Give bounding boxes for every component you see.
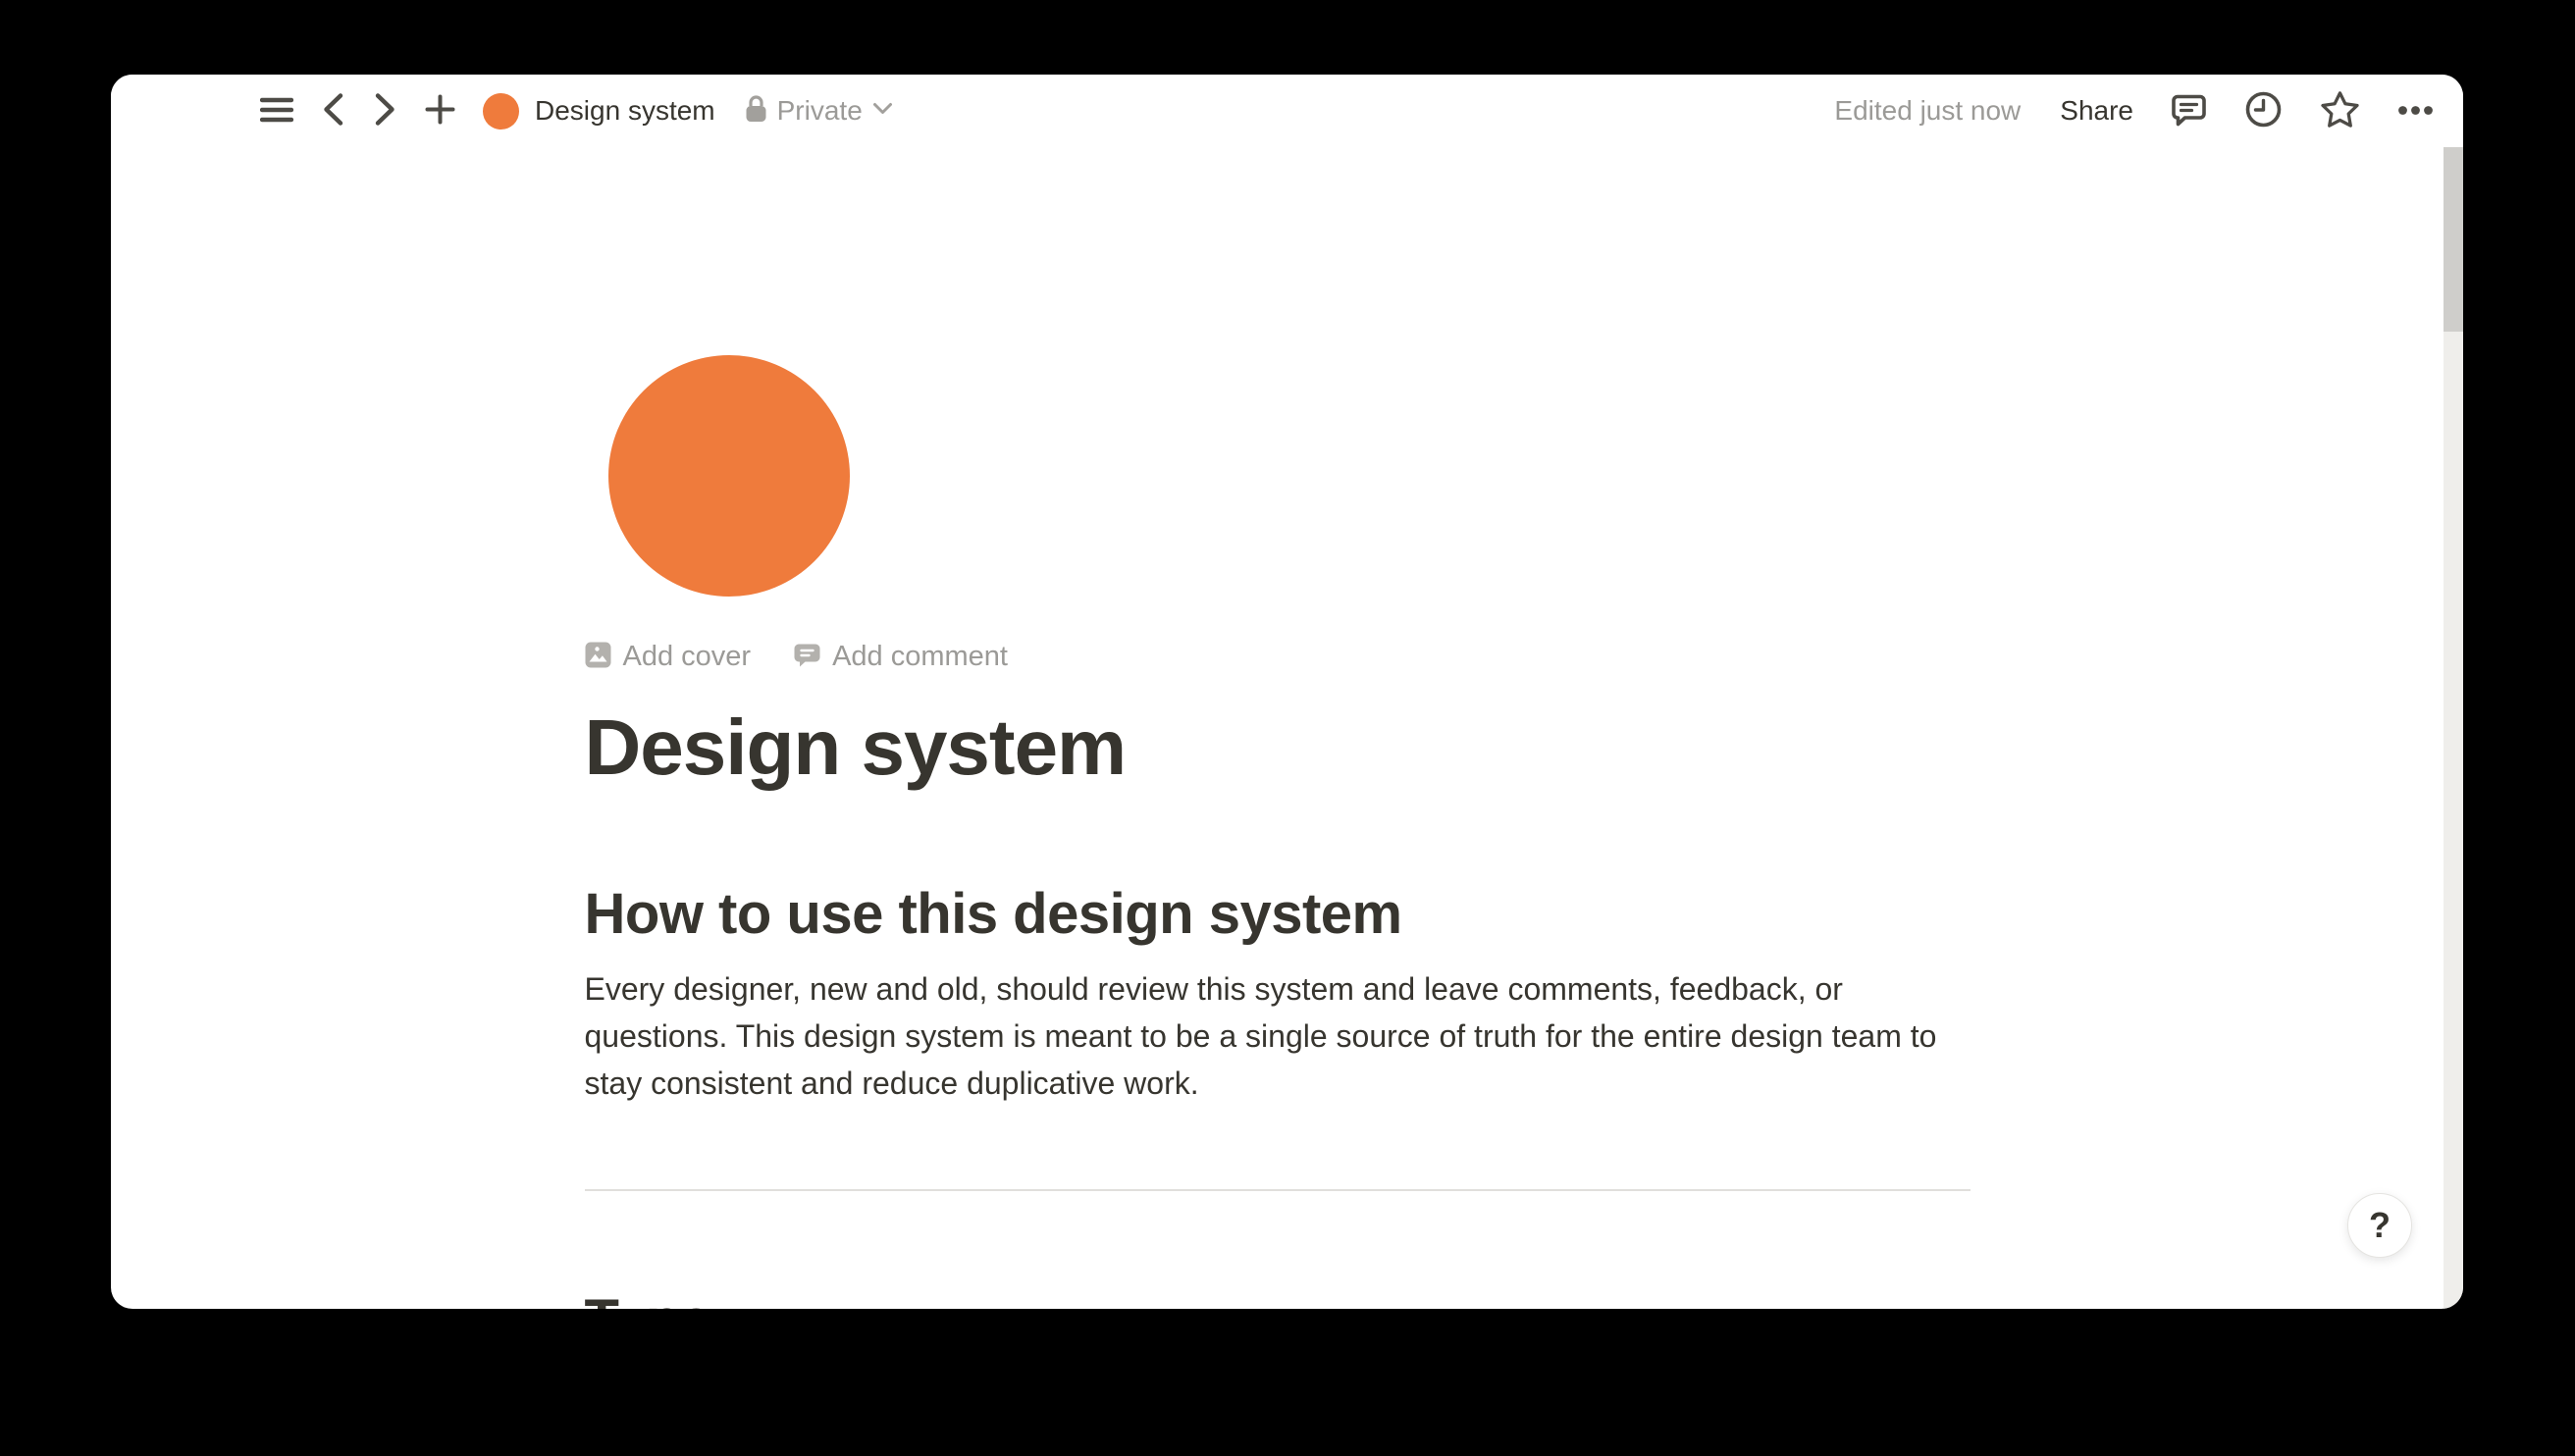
top-toolbar: Design system Private Edited just now Sh… [111,75,2463,147]
hamburger-icon [260,96,293,127]
add-cover-button[interactable]: Add cover [585,641,752,673]
scrollbar-track[interactable] [2444,147,2463,1309]
section-heading-type[interactable]: Type [585,1285,1971,1309]
page-title[interactable]: Design system [585,701,1971,795]
ellipsis-icon [2397,104,2434,119]
nav-back-button[interactable] [321,92,345,130]
comment-icon [2171,91,2207,130]
breadcrumb[interactable]: Design system [483,93,715,130]
page-content: Add cover Add comment Design system How … [585,355,1971,1309]
more-options-button[interactable] [2397,104,2434,119]
toolbar-right-group: Edited just now Share [1834,90,2434,131]
add-cover-label: Add cover [623,641,752,673]
breadcrumb-page-title: Design system [535,95,715,127]
clock-icon [2244,90,2283,131]
comments-button[interactable] [2171,91,2207,130]
updates-button[interactable] [2244,90,2283,131]
toolbar-left-group: Design system Private [260,92,893,130]
plus-icon [425,94,455,128]
chevron-right-icon [373,92,397,130]
star-icon [2320,90,2360,131]
section-heading-how-to-use[interactable]: How to use this design system [585,879,1971,950]
new-page-button[interactable] [425,94,455,128]
add-comment-button[interactable]: Add comment [794,641,1008,673]
chevron-left-icon [321,92,345,130]
page-icon-orange-circle[interactable] [608,355,850,597]
page-meta-actions: Add cover Add comment [585,640,1971,673]
question-mark-icon: ? [2369,1205,2391,1246]
scrollbar-thumb[interactable] [2444,147,2463,332]
intro-paragraph[interactable]: Every designer, new and old, should revi… [585,965,1971,1107]
nav-forward-button[interactable] [373,92,397,130]
edited-status: Edited just now [1834,95,2021,127]
image-icon [585,642,623,671]
add-comment-label: Add comment [832,641,1008,673]
sidebar-toggle-button[interactable] [260,96,293,127]
privacy-label: Private [777,95,863,127]
app-window: Design system Private Edited just now Sh… [111,75,2463,1309]
comment-bubble-icon [794,642,832,671]
help-button[interactable]: ? [2347,1193,2412,1258]
chevron-down-icon [872,102,893,120]
privacy-dropdown[interactable]: Private [745,94,893,128]
favorite-button[interactable] [2320,90,2360,131]
divider [585,1189,1971,1191]
lock-icon [745,94,767,128]
orange-circle-icon [483,93,519,130]
share-button[interactable]: Share [2060,95,2133,127]
page-body: Add cover Add comment Design system How … [111,147,2444,1309]
